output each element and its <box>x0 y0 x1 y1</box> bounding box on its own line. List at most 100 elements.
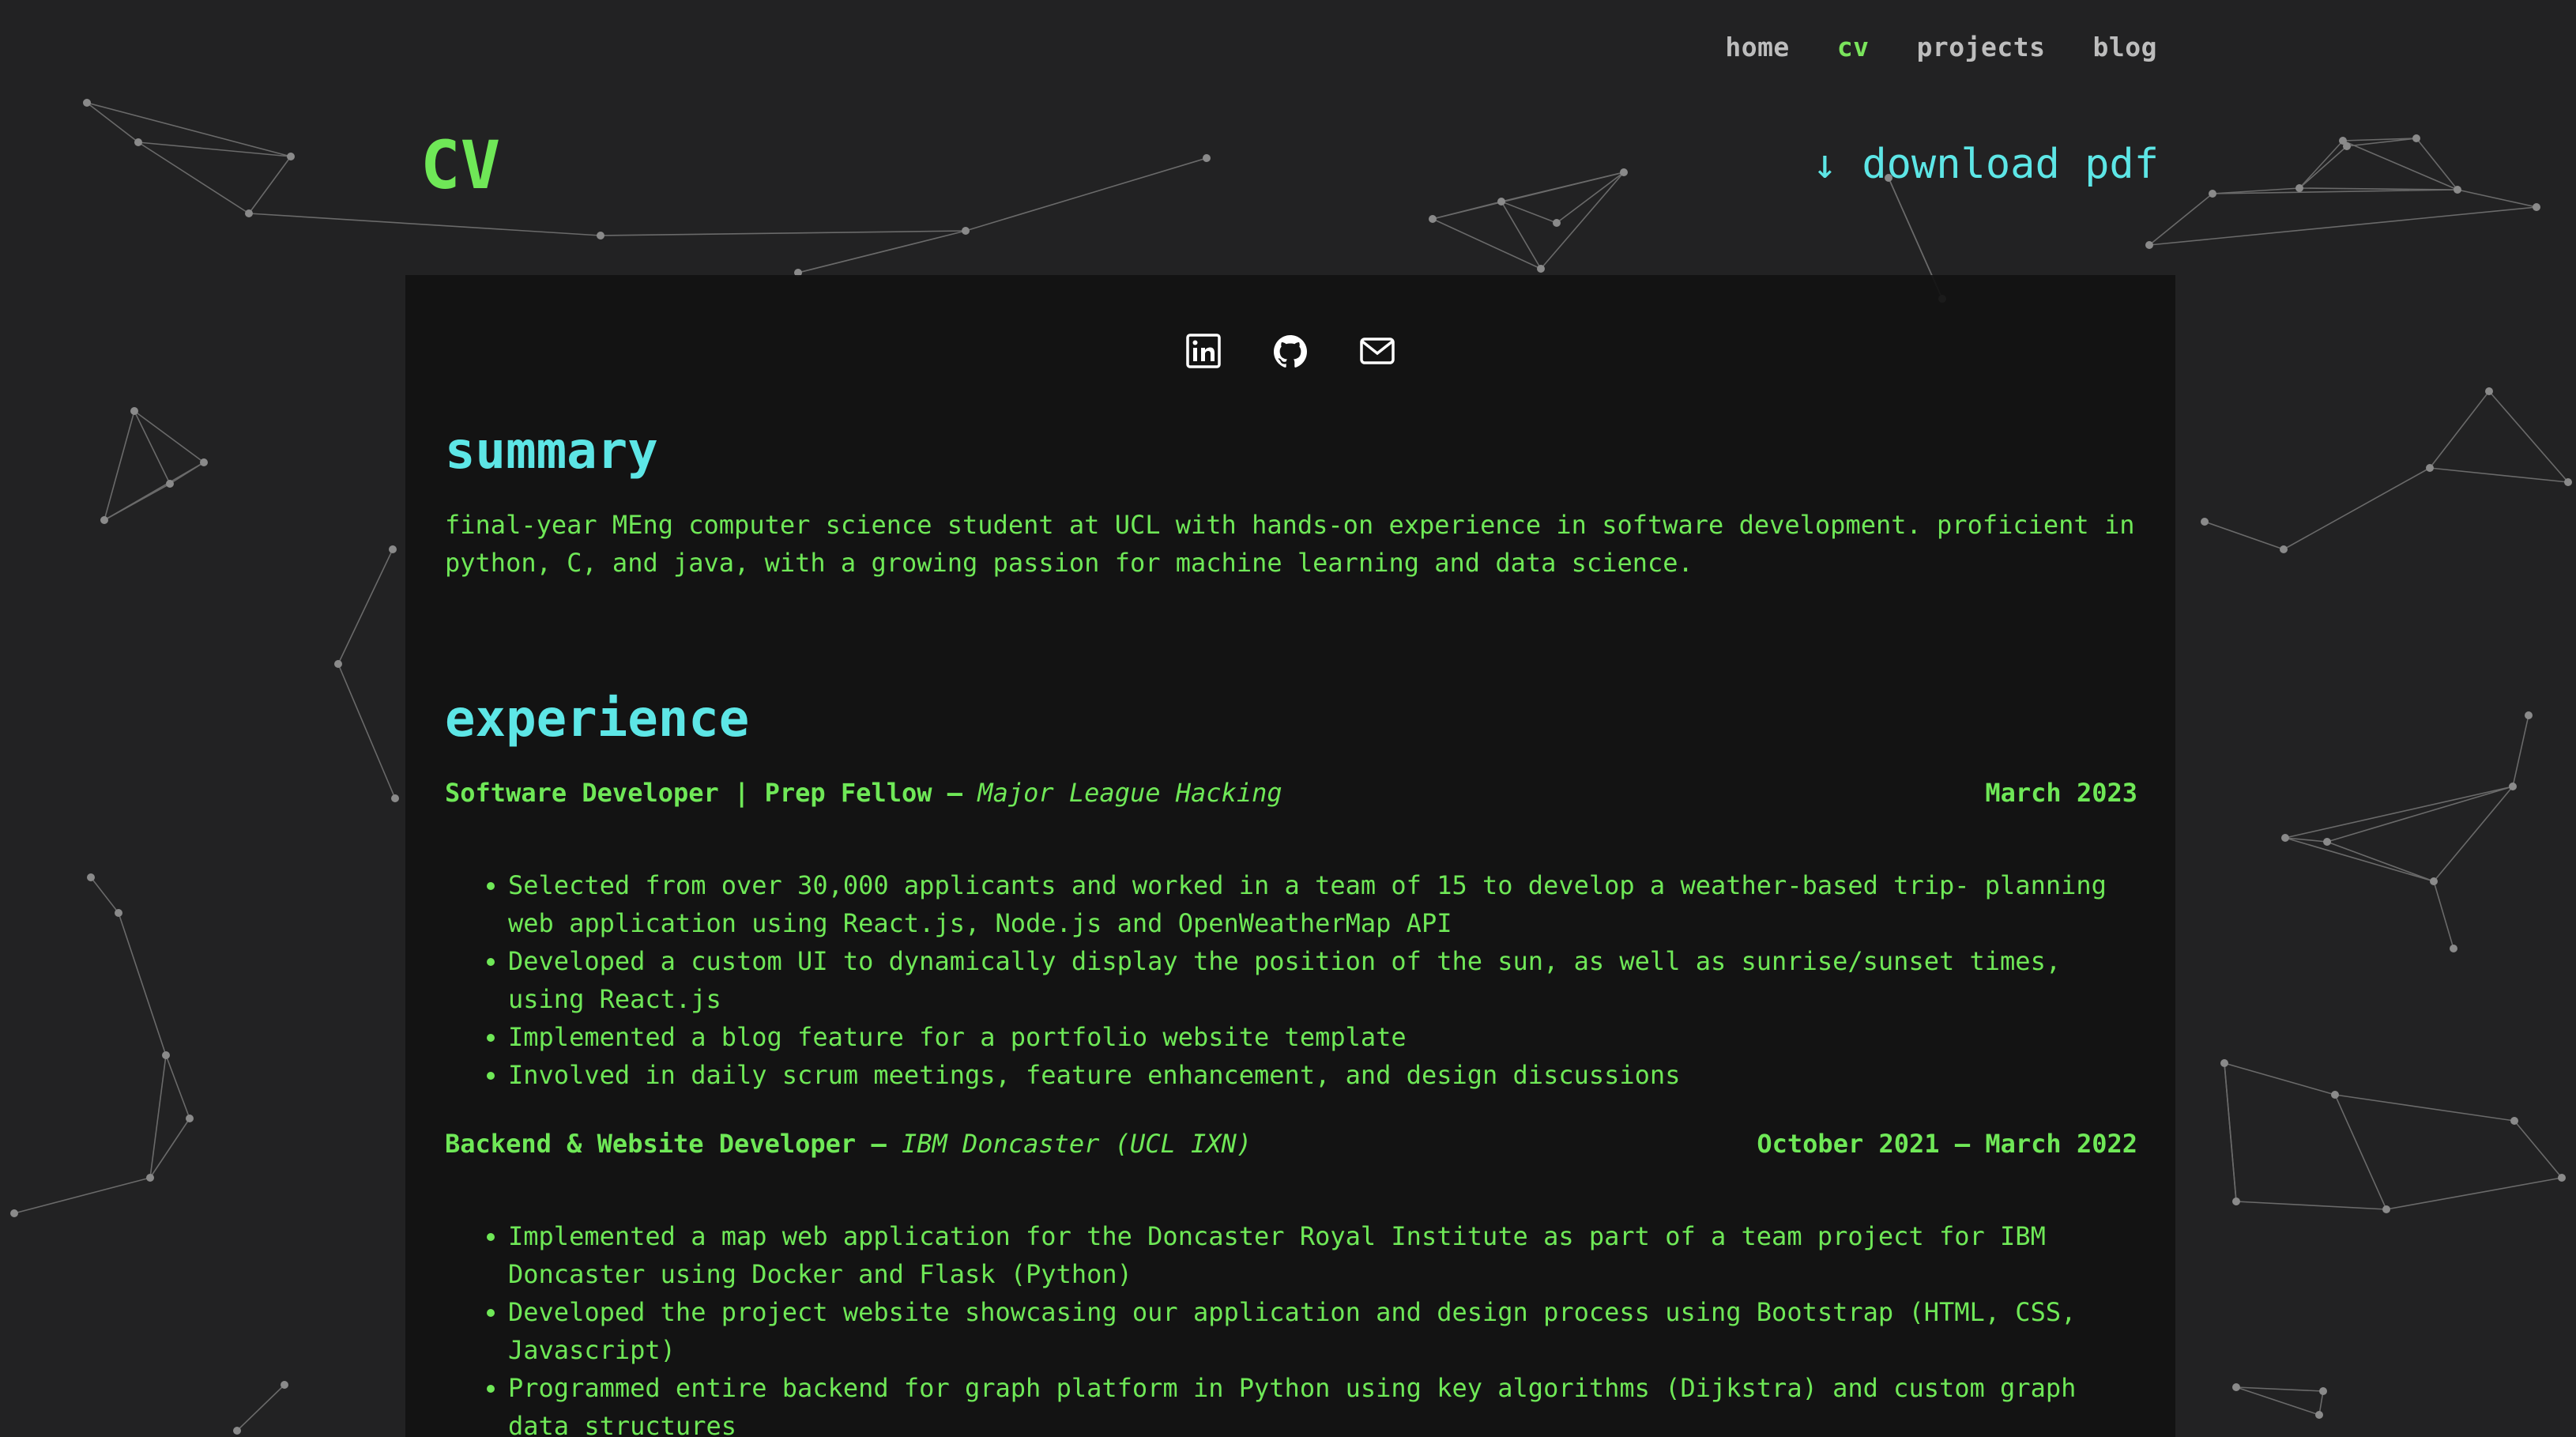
network-node <box>2319 1387 2327 1395</box>
network-line <box>137 141 292 157</box>
summary-text: final-year MEng computer science student… <box>445 510 2135 578</box>
network-line <box>165 1054 190 1119</box>
network-line <box>2433 881 2454 949</box>
network-node <box>389 545 397 553</box>
nav-cv[interactable]: cv <box>1837 32 1870 62</box>
network-line <box>2429 390 2490 469</box>
network-node <box>1203 154 1211 162</box>
network-node <box>1553 219 1561 227</box>
nav-blog[interactable]: blog <box>2093 32 2157 62</box>
network-node <box>2209 190 2216 198</box>
network-line <box>2284 786 2514 839</box>
github-icon[interactable] <box>1271 332 1309 370</box>
job-bullets: Selected from over 30,000 applicants and… <box>467 866 2114 1094</box>
job-organization: IBM Doncaster (UCL IXN) <box>901 1129 1252 1159</box>
network-line <box>2149 206 2537 246</box>
network-line <box>2342 140 2458 190</box>
network-line <box>1540 172 1625 270</box>
network-line <box>104 462 205 521</box>
network-node <box>2280 545 2288 553</box>
network-line <box>248 156 292 214</box>
job-role: Software Developer | Prep Fellow <box>445 778 932 808</box>
network-node <box>245 209 253 217</box>
email-icon[interactable] <box>1358 332 1396 370</box>
network-line <box>600 230 966 236</box>
job-header: Software Developer | Prep Fellow — Major… <box>445 778 2137 808</box>
network-line <box>86 102 292 157</box>
network-node <box>233 1427 241 1435</box>
network-node <box>2220 1059 2228 1067</box>
network-line <box>2204 521 2284 550</box>
network-node <box>10 1209 18 1217</box>
summary-heading: summary <box>445 422 658 481</box>
network-line <box>2334 1094 2387 1210</box>
network-node <box>146 1174 154 1182</box>
network-line <box>2235 1201 2387 1210</box>
network-node <box>962 227 970 235</box>
network-node <box>2145 241 2153 249</box>
network-node <box>281 1381 288 1389</box>
network-node <box>2510 1117 2518 1125</box>
network-line <box>2284 837 2435 882</box>
network-line <box>2326 786 2514 843</box>
network-node <box>186 1115 194 1122</box>
list-item: Involved in daily scrum meetings, featur… <box>508 1056 2114 1094</box>
network-line <box>2514 1120 2563 1179</box>
network-node <box>2454 186 2461 194</box>
list-item: Developed a custom UI to dynamically dis… <box>508 942 2114 1018</box>
network-node <box>100 516 108 524</box>
network-node <box>2232 1383 2240 1391</box>
network-node <box>2331 1091 2339 1099</box>
network-line <box>2235 1386 2320 1416</box>
network-node <box>2201 518 2209 526</box>
network-node <box>2525 711 2533 719</box>
page-title: CV <box>420 126 501 204</box>
network-line <box>2235 1386 2324 1392</box>
network-node <box>2382 1205 2390 1213</box>
network-line <box>13 1177 151 1214</box>
network-node <box>162 1051 170 1059</box>
network-node <box>134 138 142 146</box>
network-node <box>2509 783 2517 790</box>
network-node <box>391 794 399 802</box>
network-line <box>248 213 601 236</box>
network-line <box>2224 1062 2336 1096</box>
linkedin-icon[interactable] <box>1184 332 1222 370</box>
job-header: Backend & Website Developer — IBM Doncas… <box>445 1129 2137 1159</box>
network-node <box>2533 203 2540 211</box>
network-node <box>115 909 122 917</box>
network-line <box>236 1384 285 1431</box>
list-item: Implemented a map web application for th… <box>508 1217 2114 1293</box>
job-role: Backend & Website Developer <box>445 1129 857 1159</box>
network-line <box>965 157 1207 232</box>
nav-projects[interactable]: projects <box>1917 32 2046 62</box>
job-bullets: Implemented a map web application for th… <box>467 1217 2114 1437</box>
network-line <box>2488 390 2569 483</box>
network-line <box>337 663 396 799</box>
network-line <box>86 102 139 143</box>
list-item: Implemented a blog feature for a portfol… <box>508 1018 2114 1056</box>
top-nav: home cv projects blog <box>1725 32 2157 62</box>
download-pdf-link[interactable]: ↓ download pdf <box>1813 141 2159 188</box>
list-item: Programmed entire backend for graph plat… <box>508 1369 2114 1437</box>
network-line <box>118 912 167 1056</box>
network-node <box>130 407 138 415</box>
network-node <box>1537 265 1545 273</box>
network-line <box>797 230 966 273</box>
social-links <box>405 332 2175 370</box>
experience-heading: experience <box>445 690 750 749</box>
network-line <box>2334 1094 2515 1122</box>
network-line <box>2299 145 2348 189</box>
network-line <box>1501 201 1557 224</box>
network-node <box>2485 387 2493 395</box>
network-line <box>149 1054 167 1179</box>
network-line <box>2512 715 2529 787</box>
network-node <box>200 458 208 466</box>
job-organization: Major League Hacking <box>977 778 1282 808</box>
network-node <box>597 232 604 240</box>
cv-panel: summary final-year MEng computer science… <box>405 275 2175 1437</box>
nav-home[interactable]: home <box>1725 32 1789 62</box>
network-line <box>104 410 135 521</box>
network-node <box>87 873 95 881</box>
network-node <box>83 99 91 107</box>
